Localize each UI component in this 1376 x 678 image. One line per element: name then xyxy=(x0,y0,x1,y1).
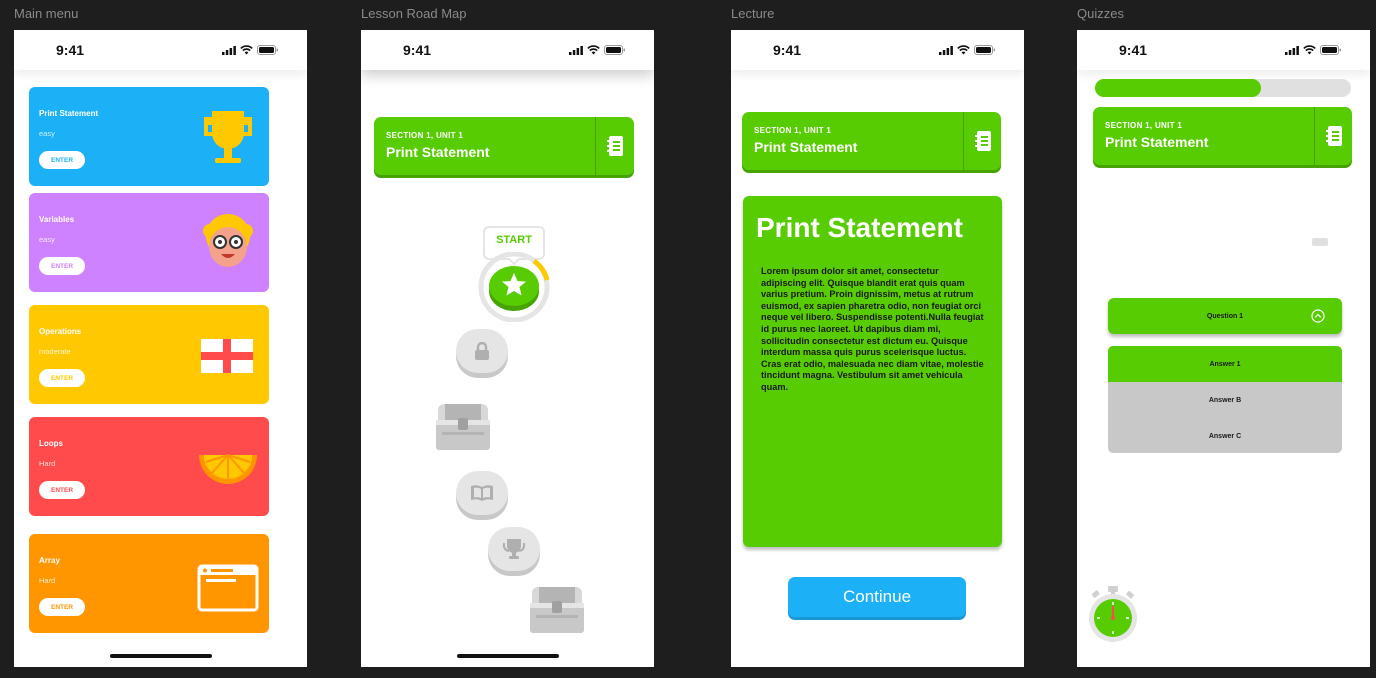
enter-button[interactable]: ENTER xyxy=(39,481,85,499)
flag-cross-icon xyxy=(201,339,253,373)
enter-button[interactable]: ENTER xyxy=(39,151,85,169)
trophy-icon xyxy=(502,539,526,559)
lecture-title: Print Statement xyxy=(756,212,963,243)
signal-icon xyxy=(1285,45,1299,55)
quiz-progress-bar xyxy=(1095,79,1351,97)
main-menu-screen: 9:41 Print Statement easy ENTER Variable… xyxy=(14,30,307,667)
avatar-face-icon xyxy=(203,214,253,267)
frame-label-main-menu: Main menu xyxy=(14,6,79,21)
treasure-chest-icon[interactable] xyxy=(527,583,587,635)
card-difficulty: moderate xyxy=(39,347,71,356)
card-difficulty: Hard xyxy=(39,576,56,585)
card-difficulty: easy xyxy=(39,129,55,138)
frame-label-lecture: Lecture xyxy=(731,6,775,21)
continue-button[interactable]: Continue xyxy=(788,577,966,617)
status-bar: 9:41 xyxy=(731,30,1024,70)
status-bar: 9:41 xyxy=(1077,30,1370,70)
lecture-screen: 9:41 SECTION 1, UNIT 1 Print Statement P… xyxy=(731,30,1024,667)
trophy-lesson-node[interactable] xyxy=(488,527,540,571)
signal-icon xyxy=(222,45,236,55)
lock-icon xyxy=(475,342,489,360)
status-icons xyxy=(1285,45,1342,55)
lesson-card-print-statement[interactable]: Print Statement easy ENTER xyxy=(29,87,269,186)
lecture-body-text: Lorem ipsum dolor sit amet, consectetur … xyxy=(761,266,984,392)
signal-icon xyxy=(939,45,953,55)
guidebook-icon[interactable] xyxy=(1325,125,1345,147)
card-title: Print Statement xyxy=(39,109,99,118)
quiz-progress-fill xyxy=(1095,79,1262,97)
status-bar: 9:41 xyxy=(361,30,654,70)
card-title: Loops xyxy=(39,439,63,448)
wifi-icon xyxy=(240,45,253,55)
window-icon xyxy=(197,564,259,612)
unit-header-divider xyxy=(963,112,964,170)
lesson-road-map-screen: 9:41 SECTION 1, UNIT 1 Print Statement S… xyxy=(361,30,654,667)
status-time: 9:41 xyxy=(773,42,802,58)
small-placeholder-chip xyxy=(1312,238,1328,246)
lecture-content-panel: Print Statement Lorem ipsum dolor sit am… xyxy=(743,196,1002,547)
answer-list: Answer 1 Answer B Answer C xyxy=(1108,346,1342,453)
unit-header[interactable]: SECTION 1, UNIT 1 Print Statement xyxy=(1093,107,1352,165)
guidebook-icon[interactable] xyxy=(974,130,994,152)
book-icon xyxy=(471,485,493,501)
enter-button[interactable]: ENTER xyxy=(39,598,85,616)
wifi-icon xyxy=(1303,45,1316,55)
battery-icon xyxy=(257,45,278,55)
unit-title: Print Statement xyxy=(754,139,858,155)
battery-icon xyxy=(604,45,625,55)
question-label: Question 1 xyxy=(1206,312,1244,320)
lesson-card-loops[interactable]: Loops Hard ENTER xyxy=(29,417,269,516)
unit-header[interactable]: SECTION 1, UNIT 1 Print Statement xyxy=(742,112,1001,170)
frame-label-quizzes: Quizzes xyxy=(1077,6,1124,21)
lesson-card-variables[interactable]: Variables easy ENTER xyxy=(29,193,269,292)
lesson-card-array[interactable]: Array Hard ENTER xyxy=(29,534,269,633)
battery-icon xyxy=(974,45,995,55)
unit-header-divider xyxy=(1314,107,1315,165)
signal-icon xyxy=(569,45,583,55)
treasure-chest-icon[interactable] xyxy=(433,400,493,452)
answer-option[interactable]: Answer 1 xyxy=(1108,346,1342,382)
card-title: Operations xyxy=(39,327,82,336)
start-lesson-node[interactable] xyxy=(476,252,552,322)
locked-lesson-node[interactable] xyxy=(456,329,508,373)
status-icons xyxy=(222,45,279,55)
status-time: 9:41 xyxy=(56,42,85,58)
unit-section-label: SECTION 1, UNIT 1 xyxy=(1105,121,1183,130)
unit-header[interactable]: SECTION 1, UNIT 1 Print Statement xyxy=(374,117,634,175)
reading-lesson-node[interactable] xyxy=(456,471,508,515)
trophy-icon xyxy=(204,111,252,163)
wifi-icon xyxy=(957,45,970,55)
status-icons xyxy=(939,45,996,55)
unit-section-label: SECTION 1, UNIT 1 xyxy=(386,131,464,140)
status-time: 9:41 xyxy=(403,42,432,58)
answer-option[interactable]: Answer C xyxy=(1108,418,1342,453)
quizzes-screen: 9:41 SECTION 1, UNIT 1 Print Statement Q… xyxy=(1077,30,1370,667)
answer-option[interactable]: Answer B xyxy=(1108,382,1342,418)
unit-header-divider xyxy=(595,117,596,175)
card-difficulty: Hard xyxy=(39,459,56,468)
card-difficulty: easy xyxy=(39,235,55,244)
status-icons xyxy=(569,45,626,55)
card-title: Variables xyxy=(39,215,75,224)
battery-icon xyxy=(1320,45,1341,55)
frame-label-lesson-road-map: Lesson Road Map xyxy=(361,6,467,21)
chevron-up-icon xyxy=(1311,309,1325,323)
unit-title: Print Statement xyxy=(1105,134,1209,150)
question-dropdown[interactable]: Question 1 xyxy=(1108,298,1342,334)
card-title: Array xyxy=(39,556,60,565)
home-indicator xyxy=(456,654,559,658)
home-indicator xyxy=(109,654,212,658)
lesson-card-operations[interactable]: Operations moderate ENTER xyxy=(29,305,269,404)
start-label: START xyxy=(496,234,532,246)
unit-title: Print Statement xyxy=(386,144,490,160)
enter-button[interactable]: ENTER xyxy=(39,369,85,387)
stopwatch-icon xyxy=(1089,586,1137,642)
unit-section-label: SECTION 1, UNIT 1 xyxy=(754,126,832,135)
enter-button[interactable]: ENTER xyxy=(39,257,85,275)
guidebook-icon[interactable] xyxy=(606,135,626,157)
status-time: 9:41 xyxy=(1119,42,1148,58)
orange-slice-icon xyxy=(199,454,257,484)
wifi-icon xyxy=(587,45,600,55)
status-bar: 9:41 xyxy=(14,30,307,70)
